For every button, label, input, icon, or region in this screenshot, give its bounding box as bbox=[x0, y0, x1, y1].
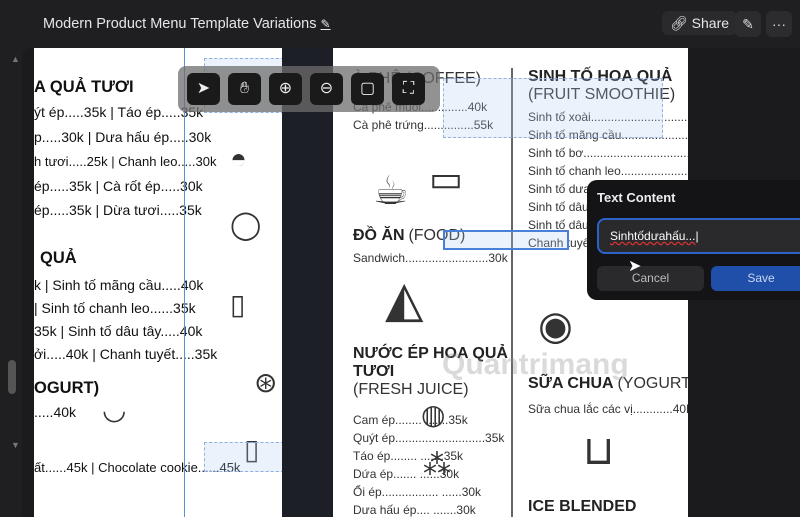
selected-text-box[interactable] bbox=[443, 230, 569, 250]
watermelon-icon: ◓ bbox=[230, 143, 247, 174]
popup-label: Text Content bbox=[597, 190, 676, 205]
section-heading[interactable]: TƯƠI bbox=[353, 363, 394, 381]
mouse-cursor-icon: ➤ bbox=[628, 258, 642, 275]
orange-slice-icon: ⊛ bbox=[254, 367, 278, 398]
selection-box[interactable] bbox=[204, 442, 282, 472]
vertical-scrollbar[interactable]: ▲ ▼ bbox=[4, 48, 20, 458]
pencil-icon[interactable]: ✎ bbox=[321, 17, 331, 31]
menu-item[interactable]: Cam ép........ .......35k bbox=[353, 413, 468, 427]
menu-item[interactable]: Sinh tố dâu bbox=[528, 200, 589, 214]
link-icon: 🔗︎ bbox=[670, 15, 688, 31]
select-tool-icon[interactable]: ➤ bbox=[187, 73, 220, 105]
add-frame-icon[interactable]: ▢ bbox=[351, 73, 384, 105]
menu-item[interactable]: Sinh tố chanh leo.....................35… bbox=[528, 164, 688, 178]
cancel-button[interactable]: Cancel bbox=[597, 266, 704, 291]
scroll-down-icon[interactable]: ▼ bbox=[11, 440, 20, 450]
menu-line[interactable]: ép.....35k | Dừa tươi.....35k bbox=[34, 202, 202, 218]
menu-item[interactable]: Sữa chua lắc các vị............40k bbox=[528, 402, 688, 416]
menu-line[interactable]: h tươi.....25k | Chanh leo.....30k bbox=[34, 154, 216, 169]
menu-line[interactable]: k | Sinh tố mãng cầu.....40k bbox=[34, 277, 203, 293]
save-button[interactable]: Save bbox=[711, 266, 800, 291]
menu-item[interactable]: Sinh tố dưa bbox=[528, 182, 590, 196]
menu-line[interactable]: ép.....35k | Cà rốt ép.....30k bbox=[34, 178, 203, 194]
scroll-up-icon[interactable]: ▲ bbox=[11, 54, 20, 64]
watermark: Quantrimang bbox=[442, 348, 629, 381]
more-button[interactable]: ··· bbox=[766, 11, 792, 37]
input-value: Sinhtốdưahấu... bbox=[610, 229, 696, 243]
header: Modern Product Menu Template Variations … bbox=[0, 0, 800, 48]
menu-line[interactable]: | Sinh tố chanh leo......35k bbox=[34, 300, 196, 316]
section-heading[interactable]: QUẢ bbox=[40, 249, 77, 268]
section-heading[interactable]: ĐỒ ĂN bbox=[353, 227, 405, 244]
menu-item[interactable]: Sandwich.........................30k bbox=[353, 251, 508, 265]
section-subheading[interactable]: (FRESH JUICE) bbox=[353, 381, 469, 399]
menu-page-left: A QUẢ TƯƠI ýt ép.....35k | Táo ép.....35… bbox=[34, 48, 282, 517]
menu-line[interactable]: ởi.....40k | Chanh tuyết.....35k bbox=[34, 346, 217, 362]
title-text: Modern Product Menu Template Variations bbox=[43, 16, 317, 32]
zoom-out-icon[interactable]: ⊖ bbox=[310, 73, 343, 105]
share-button[interactable]: 🔗︎ Share bbox=[662, 11, 738, 35]
yogurt-cup-icon: ⊔ bbox=[583, 429, 615, 473]
fruits-icon: ◉ bbox=[538, 304, 573, 348]
menu-item[interactable]: Ổi ép................. ......30k bbox=[353, 485, 481, 499]
yogurt-bowl-icon: ◡ bbox=[102, 394, 127, 425]
guide-line bbox=[184, 48, 185, 517]
coffee-cup-icon: ☕︎ bbox=[373, 169, 409, 213]
menu-line[interactable]: 35k | Sinh tố dâu tây.....40k bbox=[34, 323, 202, 339]
menu-line[interactable]: .....40k bbox=[34, 404, 76, 420]
orange-icon: ◍ bbox=[421, 399, 446, 430]
zoom-in-icon[interactable]: ⊕ bbox=[269, 73, 302, 105]
selection-box[interactable] bbox=[443, 78, 663, 138]
edit-icon[interactable]: ✎ bbox=[735, 11, 761, 37]
coconut-icon: ◯ bbox=[230, 209, 262, 240]
section-heading[interactable]: OGURT) bbox=[34, 379, 99, 398]
text-content-popup: Text Content Sinhtốdưahấu...| Cancel Sav… bbox=[587, 180, 800, 300]
menu-item[interactable]: Dưa hấu ép.... .......30k bbox=[353, 503, 476, 517]
sandwich-icon: ◭ bbox=[385, 271, 424, 327]
menu-item[interactable]: Quýt ép...........................35k bbox=[353, 431, 504, 445]
menu-item[interactable]: Sinh tố bơ..............................… bbox=[528, 146, 688, 160]
hand-tool-icon[interactable]: ✋︎ bbox=[228, 73, 261, 105]
glass-icon: ▭ bbox=[429, 158, 464, 199]
section-heading[interactable]: ICE BLENDED bbox=[528, 498, 636, 516]
smoothie-cup-icon: ▯ bbox=[230, 289, 246, 320]
document-title[interactable]: Modern Product Menu Template Variations … bbox=[43, 16, 331, 32]
share-label: Share bbox=[691, 15, 730, 31]
scrollbar-thumb[interactable] bbox=[8, 360, 16, 394]
grapes-icon: ⁂ bbox=[423, 449, 451, 480]
text-content-input[interactable]: Sinhtốdưahấu...| bbox=[597, 218, 800, 254]
canvas-toolbar: ➤ ✋︎ ⊕ ⊖ ▢ ⛶ bbox=[178, 66, 440, 112]
section-heading[interactable]: A QUẢ TƯƠI bbox=[34, 78, 134, 97]
fit-screen-icon[interactable]: ⛶ bbox=[392, 73, 425, 105]
page-gap bbox=[282, 48, 333, 517]
